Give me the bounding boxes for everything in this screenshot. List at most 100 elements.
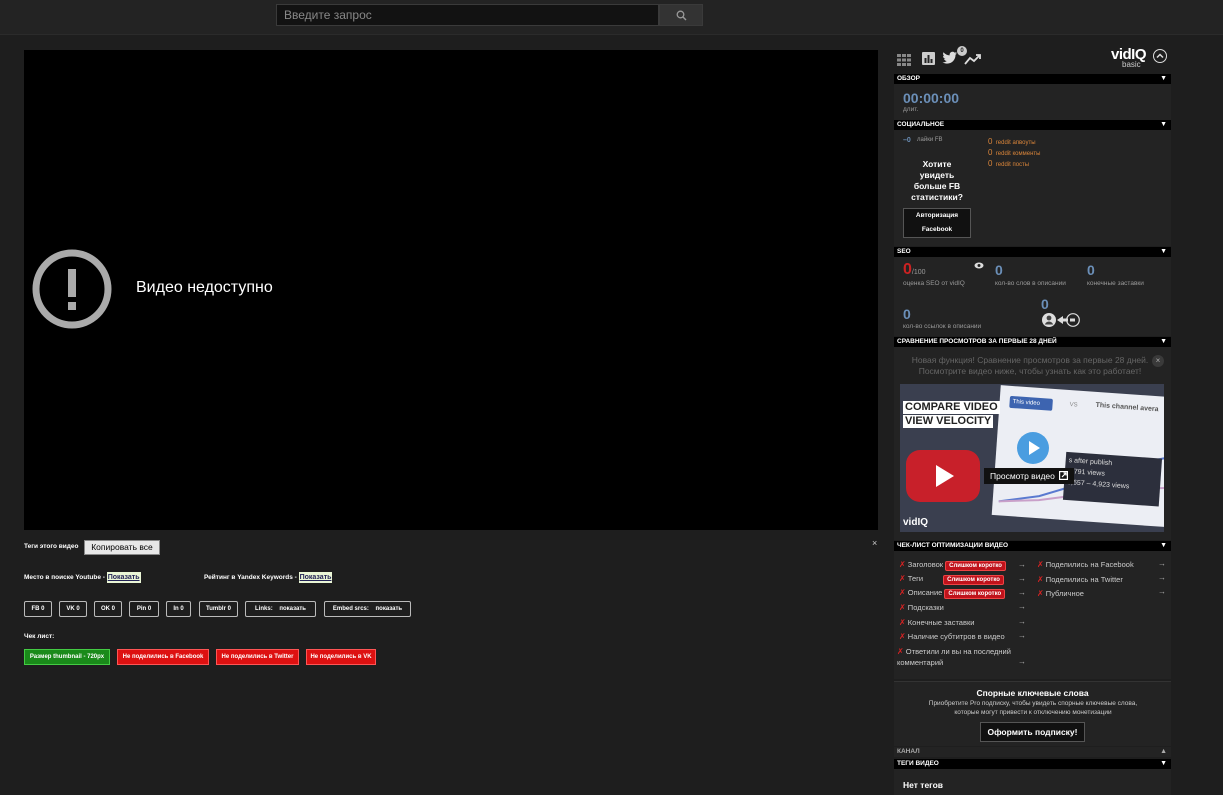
chevron-down-icon: ▼ bbox=[1160, 248, 1167, 255]
checklist-item-end-screens[interactable]: ✗ Конечные заставки bbox=[899, 618, 974, 627]
share-count-tumblr: Tumblr 0 bbox=[199, 601, 238, 617]
subscribe-button[interactable]: Оформить подписку! bbox=[980, 722, 1085, 742]
video-tags-header[interactable]: ТЕГИ ВИДЕО ▼ bbox=[894, 759, 1171, 769]
thumb-logo: vidIQ bbox=[903, 517, 929, 528]
share-count-vk: VK 0 bbox=[59, 601, 87, 617]
arrow-right-icon[interactable]: → bbox=[1018, 632, 1026, 640]
embed-chip[interactable]: Embed srcs: показать bbox=[324, 601, 411, 617]
end-screens-label: конечные заставки bbox=[1087, 280, 1144, 287]
social-header[interactable]: СОЦИАЛЬНОЕ ▼ bbox=[894, 120, 1171, 130]
checklist-item-shared-twitter[interactable]: ✗ Поделились на Twitter bbox=[1037, 575, 1123, 584]
twitter-icon[interactable] bbox=[942, 51, 958, 70]
checklist-item-label: Заголовок bbox=[907, 560, 944, 569]
share-count-fb: FB 0 bbox=[24, 601, 52, 617]
duration-label: длит. bbox=[903, 106, 919, 113]
arrow-right-icon[interactable]: → bbox=[1158, 588, 1166, 596]
controversial-text: Приобретите Pro подписку, чтобы увидеть … bbox=[928, 700, 1138, 716]
youtube-rank-label: Место в поиске Youtube - bbox=[24, 574, 105, 581]
checklist-item-label: Подсказки bbox=[907, 603, 944, 612]
desc-links-value: 0 bbox=[903, 306, 911, 322]
youtube-rank-link[interactable]: Показать bbox=[106, 572, 141, 583]
seo-score-of: /100 bbox=[911, 269, 926, 276]
compare-header[interactable]: СРАВНЕНИЕ ПРОСМОТРОВ ЗА ПЕРВЫЕ 28 ДНЕЙ ▼ bbox=[894, 337, 1171, 347]
extra-value: 0 bbox=[1041, 296, 1049, 312]
checklist-tag-thumbnail: Размер thumbnail - 720px bbox=[24, 649, 110, 665]
tutorial-video-thumbnail[interactable]: This video VS This channel avera s after… bbox=[900, 384, 1164, 532]
stats-icon[interactable] bbox=[922, 52, 935, 70]
play-icon[interactable] bbox=[1017, 432, 1049, 464]
video-player[interactable]: Видео недоступно bbox=[24, 50, 878, 530]
facebook-auth-button[interactable]: Авторизация Facebook bbox=[903, 208, 971, 238]
share-count-in: In 0 bbox=[166, 601, 191, 617]
search-input[interactable]: Введите запрос bbox=[276, 4, 659, 26]
auth-line-1: Авторизация bbox=[915, 212, 959, 219]
trending-icon[interactable] bbox=[964, 52, 982, 70]
controversial-title: Спорные ключевые слова bbox=[976, 688, 1089, 698]
yandex-rank-label: Рейтинг в Yandex Keywords - bbox=[204, 574, 297, 581]
video-tags-title: ТЕГИ ВИДЕО bbox=[897, 760, 939, 767]
chevron-down-icon: ▼ bbox=[1160, 121, 1167, 128]
too-short-badge: Слишком коротко bbox=[943, 575, 1004, 585]
embed-show[interactable]: показать bbox=[376, 606, 403, 612]
fb-stats-cta: Хотите увидеть больше FB статистики? bbox=[911, 159, 963, 202]
fail-icon: ✗ bbox=[899, 618, 906, 627]
thumb-this-video: This video bbox=[1009, 395, 1053, 411]
arrows-icon bbox=[1057, 313, 1080, 327]
watch-video-button[interactable]: Просмотр видео bbox=[984, 468, 1075, 484]
too-short-badge: Слишком коротко bbox=[945, 561, 1006, 571]
fail-icon: ✗ bbox=[899, 588, 906, 597]
collapse-icon[interactable] bbox=[1153, 49, 1167, 63]
channel-title: КАНАЛ bbox=[897, 748, 920, 755]
youtube-logo-icon bbox=[906, 450, 980, 502]
fail-icon: ✗ bbox=[1037, 560, 1044, 569]
too-short-badge: Слишком коротко bbox=[944, 589, 1006, 599]
arrow-right-icon[interactable]: → bbox=[1158, 574, 1166, 582]
embed-label: Embed srcs: bbox=[332, 606, 369, 612]
checklist-tag-vk: Не поделились в VK bbox=[306, 649, 376, 665]
arrow-right-icon[interactable]: → bbox=[1158, 560, 1166, 568]
seo-header[interactable]: SEO ▼ bbox=[894, 247, 1171, 257]
grid-icon[interactable] bbox=[897, 53, 911, 71]
yandex-rank: Рейтинг в Yandex Keywords - Показать bbox=[204, 572, 333, 583]
social-body: –0 лайки FB 0 reddit апвоуты 0 reddit ко… bbox=[894, 130, 1171, 246]
reddit-comments-value: 0 bbox=[988, 148, 993, 157]
checklist-item-subtitles[interactable]: ✗ Наличие субтитров в видео bbox=[899, 632, 1005, 641]
links-show[interactable]: показать bbox=[279, 606, 306, 612]
chevron-down-icon: ▼ bbox=[1160, 75, 1167, 82]
arrow-right-icon[interactable]: → bbox=[1018, 589, 1026, 597]
checklist-item-public[interactable]: ✗ Публичное bbox=[1037, 589, 1084, 598]
checklist-item-tags[interactable]: ✗ Теги Слишком коротко bbox=[899, 574, 1004, 585]
arrow-right-icon[interactable]: → bbox=[1018, 561, 1026, 569]
search-button[interactable] bbox=[659, 4, 703, 26]
compare-notice: Новая функция! Сравнение просмотров за п… bbox=[911, 355, 1149, 376]
share-count-ok: OK 0 bbox=[94, 601, 122, 617]
checklist-item-cards[interactable]: ✗ Подсказки bbox=[899, 603, 944, 612]
reddit-posts-value: 0 bbox=[988, 159, 993, 168]
no-tags-text: Нет тегов bbox=[903, 780, 944, 790]
top-bar: Введите запрос bbox=[0, 0, 1223, 35]
links-chip[interactable]: Links: показать bbox=[245, 601, 316, 617]
arrow-right-icon[interactable]: → bbox=[1018, 618, 1026, 626]
close-icon[interactable]: × bbox=[872, 538, 877, 548]
checklist-item-shared-facebook[interactable]: ✗ Поделились на Facebook bbox=[1037, 560, 1134, 569]
checklist-item-comment[interactable]: ✗ Ответили ли вы на последний комментари… bbox=[897, 646, 1025, 668]
search-icon bbox=[676, 10, 686, 20]
checklist-item-title[interactable]: ✗ Заголовок Слишком коротко bbox=[899, 560, 1006, 571]
thumb-title-1: COMPARE VIDEO bbox=[903, 401, 1000, 414]
checklist-body: ✗ Заголовок Слишком коротко → ✗ Теги Сли… bbox=[894, 551, 1171, 679]
arrow-right-icon[interactable]: → bbox=[1018, 575, 1026, 583]
eye-icon[interactable] bbox=[974, 262, 984, 269]
overview-title: ОБЗОР bbox=[897, 75, 921, 82]
yandex-rank-link[interactable]: Показать bbox=[298, 572, 333, 583]
chevron-down-icon: ▼ bbox=[1160, 542, 1167, 549]
external-link-icon bbox=[1059, 471, 1069, 481]
arrow-right-icon[interactable]: → bbox=[1018, 603, 1026, 611]
close-notice-icon[interactable]: × bbox=[1152, 355, 1164, 367]
channel-header[interactable]: КАНАЛ ▲ bbox=[894, 747, 1171, 757]
watch-video-label: Просмотр видео bbox=[990, 471, 1055, 481]
arrow-right-icon[interactable]: → bbox=[1018, 658, 1026, 666]
overview-header[interactable]: ОБЗОР ▼ bbox=[894, 74, 1171, 84]
checklist-item-description[interactable]: ✗ Описание Слишком коротко bbox=[899, 588, 1006, 599]
checklist-header[interactable]: ЧЕК-ЛИСТ ОПТИМИЗАЦИИ ВИДЕО ▼ bbox=[894, 541, 1171, 551]
copy-all-button[interactable]: Копировать все bbox=[84, 540, 160, 555]
